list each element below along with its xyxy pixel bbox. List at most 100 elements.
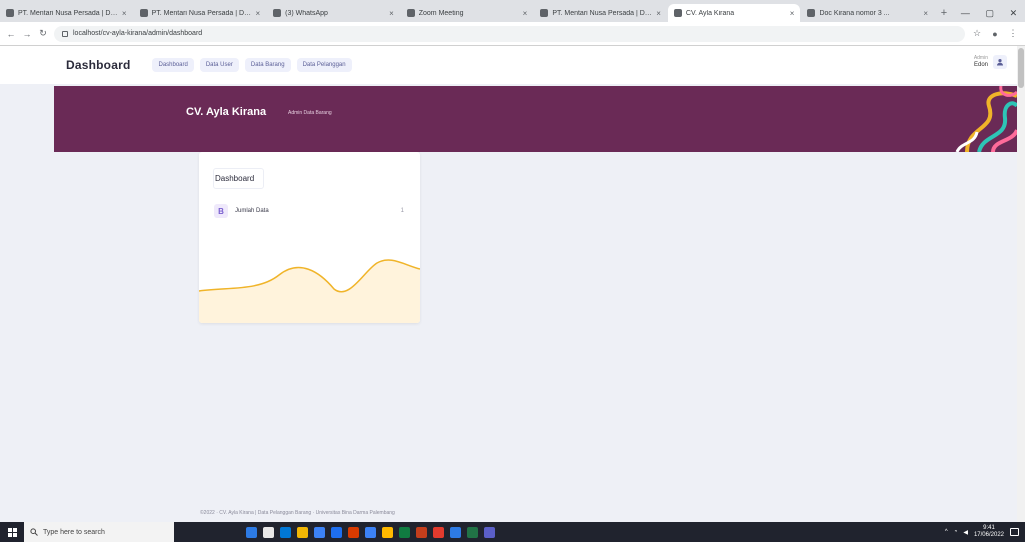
app-navbar: Dashboard Dashboard Data User Data Baran… bbox=[0, 46, 1017, 84]
taskbar-app-icon[interactable] bbox=[331, 526, 342, 538]
tab-close-icon[interactable]: × bbox=[656, 9, 661, 18]
user-name: Edon bbox=[973, 62, 988, 68]
page-viewport: Dashboard Dashboard Data User Data Baran… bbox=[0, 46, 1025, 522]
dashboard-card: Dashboard B Jumlah Data 1 bbox=[199, 152, 420, 323]
clock[interactable]: 9:41 17/06/2022 bbox=[974, 525, 1004, 539]
taskbar-app-icon[interactable] bbox=[433, 526, 444, 538]
tab-title: CV. Ayla Kirana bbox=[685, 9, 735, 17]
notification-icon[interactable] bbox=[1010, 528, 1019, 536]
menu-icon[interactable]: ⋮ bbox=[1007, 28, 1019, 39]
tab-close-icon[interactable]: × bbox=[923, 9, 928, 18]
tab-title: PT. Mentari Nusa Persada | D3... bbox=[552, 9, 653, 17]
search-placeholder: Type here to search bbox=[43, 528, 105, 536]
nav-data-pelanggan[interactable]: Data Pelanggan bbox=[296, 58, 352, 72]
minimize-icon[interactable]: — bbox=[961, 4, 970, 22]
browser-toolbar: ← → ↻ localhost/cv-ayla-kirana/admin/das… bbox=[0, 22, 1025, 46]
page-footer: ©2022 · CV. Ayla Kirana | Data Pelanggan… bbox=[200, 510, 395, 516]
os-taskbar: Type here to search ^ ◔ ◀ 9:41 17/06/202… bbox=[0, 522, 1025, 542]
tab-title: (3) WhatsApp bbox=[285, 9, 328, 17]
favicon-icon bbox=[540, 9, 549, 17]
taskbar-apps bbox=[246, 526, 495, 538]
user-icon[interactable] bbox=[993, 55, 1007, 69]
taskbar-app-icon[interactable] bbox=[450, 526, 461, 538]
browser-tab[interactable]: PT. Mentari Nusa Persada | D3... × bbox=[534, 4, 667, 22]
nav-dashboard[interactable]: Dashboard bbox=[152, 58, 194, 72]
browser-tab[interactable]: PT. Mentari Nusa Persada | D3... × bbox=[134, 4, 267, 22]
favicon-icon bbox=[139, 9, 148, 17]
tab-close-icon[interactable]: × bbox=[122, 9, 127, 18]
taskbar-app-icon[interactable] bbox=[297, 526, 308, 538]
stat-label: Jumlah Data bbox=[235, 208, 269, 214]
browser-tab[interactable]: CV. Ayla Kirana × bbox=[667, 4, 801, 22]
profile-icon[interactable]: ● bbox=[989, 29, 1001, 39]
tab-title: Doc Kirana nomor 3 ... bbox=[819, 9, 890, 17]
nav-data-user[interactable]: Data User bbox=[199, 58, 239, 72]
volume-icon[interactable]: ◀ bbox=[963, 529, 968, 536]
favicon-icon bbox=[673, 9, 682, 17]
banner-decoration bbox=[955, 86, 1017, 152]
favicon-icon bbox=[406, 9, 415, 17]
browser-tab[interactable]: (3) WhatsApp × bbox=[267, 4, 400, 22]
favicon-icon bbox=[6, 9, 14, 17]
address-bar[interactable]: localhost/cv-ayla-kirana/admin/dashboard bbox=[54, 25, 965, 42]
address-url: localhost/cv-ayla-kirana/admin/dashboard bbox=[73, 30, 203, 37]
user-text: Admin Edon bbox=[974, 55, 988, 69]
company-name: CV. Ayla Kirana bbox=[186, 106, 267, 118]
tab-close-icon[interactable]: × bbox=[255, 9, 260, 18]
favicon-icon bbox=[273, 9, 282, 17]
user-menu[interactable]: Admin Edon bbox=[974, 55, 1007, 69]
close-icon[interactable]: ✕ bbox=[1010, 4, 1018, 22]
taskbar-app-icon[interactable] bbox=[263, 526, 274, 538]
tab-close-icon[interactable]: × bbox=[389, 9, 394, 18]
company-subtitle: Admin Data Barang bbox=[288, 110, 332, 116]
taskbar-search[interactable]: Type here to search bbox=[24, 522, 174, 542]
taskbar-app-icon[interactable] bbox=[365, 526, 376, 538]
taskbar-app-icon[interactable] bbox=[246, 526, 257, 538]
tab-title: PT. Mentari Nusa Persada | D3... bbox=[18, 9, 118, 17]
forward-icon[interactable]: → bbox=[22, 29, 32, 39]
company-banner: CV. Ayla Kirana Admin Data Barang bbox=[54, 86, 1017, 152]
nav-data-barang[interactable]: Data Barang bbox=[244, 58, 291, 72]
back-icon[interactable]: ← bbox=[6, 29, 16, 39]
tab-title: Zoom Meeting bbox=[418, 9, 464, 17]
taskbar-app-icon[interactable] bbox=[382, 526, 393, 538]
card-title: Dashboard bbox=[212, 168, 265, 189]
user-role: Admin bbox=[973, 55, 988, 61]
star-icon[interactable]: ☆ bbox=[971, 28, 983, 39]
taskbar-app-icon[interactable] bbox=[484, 526, 495, 538]
clock-date: 17/06/2022 bbox=[973, 532, 1004, 538]
sparkline-chart bbox=[199, 259, 420, 323]
taskbar-app-icon[interactable] bbox=[399, 526, 410, 538]
data-icon: B bbox=[214, 204, 228, 218]
scrollbar-thumb[interactable] bbox=[1018, 48, 1024, 88]
brand-title: Dashboard bbox=[66, 58, 131, 72]
taskbar-app-icon[interactable] bbox=[348, 526, 359, 538]
new-tab-button[interactable]: + bbox=[935, 4, 953, 22]
window-controls: — ▢ ✕ bbox=[953, 4, 1025, 22]
clock-time: 9:41 bbox=[983, 525, 995, 531]
tab-strip: PT. Mentari Nusa Persada | D3... × PT. Men… bbox=[0, 4, 935, 22]
maximize-icon[interactable]: ▢ bbox=[985, 4, 994, 22]
reload-icon[interactable]: ↻ bbox=[38, 28, 48, 39]
browser-tab[interactable]: Zoom Meeting × bbox=[401, 4, 534, 22]
chevron-up-icon[interactable]: ^ bbox=[945, 529, 948, 535]
page-scrollbar[interactable] bbox=[1017, 46, 1025, 522]
taskbar-app-icon[interactable] bbox=[467, 526, 478, 538]
network-icon[interactable]: ◔ bbox=[954, 529, 958, 535]
info-icon[interactable] bbox=[62, 30, 68, 37]
windows-start-icon[interactable] bbox=[0, 522, 24, 542]
stat-value: 1 bbox=[400, 208, 404, 214]
stat-row[interactable]: B Jumlah Data 1 bbox=[214, 204, 404, 218]
taskbar-app-icon[interactable] bbox=[280, 526, 291, 538]
taskbar-app-icon[interactable] bbox=[314, 526, 325, 538]
taskbar-app-icon[interactable] bbox=[416, 526, 427, 538]
system-tray: ^ ◔ ◀ 9:41 17/06/2022 bbox=[945, 525, 1025, 539]
browser-tab[interactable]: PT. Mentari Nusa Persada | D3... × bbox=[0, 4, 133, 22]
favicon-icon bbox=[807, 9, 816, 17]
tab-title: PT. Mentari Nusa Persada | D3... bbox=[151, 9, 252, 17]
tab-close-icon[interactable]: × bbox=[523, 9, 528, 18]
search-icon bbox=[30, 528, 38, 536]
browser-tabbar: PT. Mentari Nusa Persada | D3... × PT. Men… bbox=[0, 0, 1025, 22]
tab-close-icon[interactable]: × bbox=[790, 9, 795, 18]
browser-tab[interactable]: Doc Kirana nomor 3 ... × bbox=[801, 4, 934, 22]
